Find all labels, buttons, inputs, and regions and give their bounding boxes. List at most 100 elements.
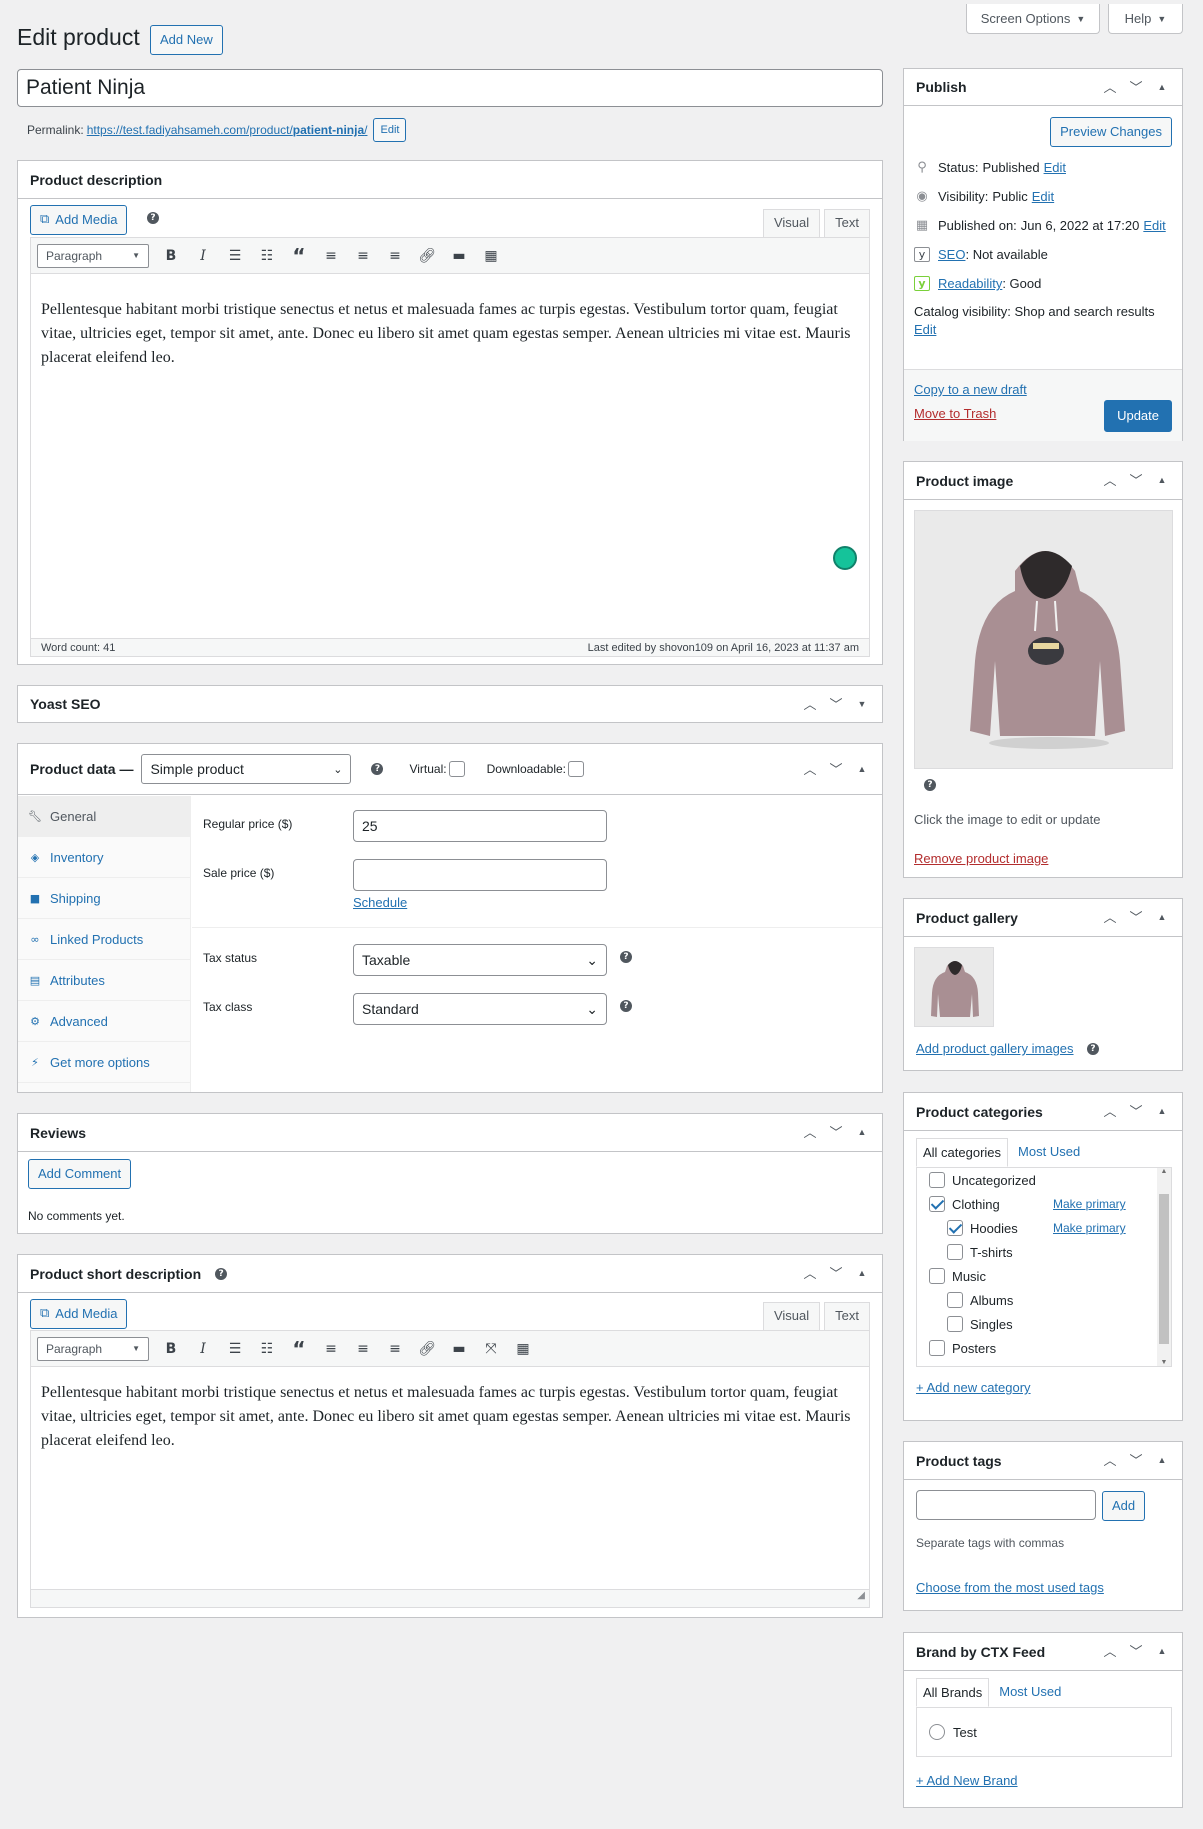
move-down-icon[interactable]: ﹀ — [828, 763, 844, 776]
copy-to-draft-link[interactable]: Copy to a new draft — [914, 382, 1027, 397]
product-data-tab-attributes[interactable]: ▤ Attributes — [18, 960, 190, 1001]
category-checkbox[interactable] — [929, 1196, 945, 1212]
scroll-thumb[interactable] — [1159, 1194, 1169, 1344]
help-icon[interactable]: ? — [620, 1000, 632, 1012]
add-media-button[interactable]: ⧉ Add Media — [30, 205, 128, 235]
product-data-tab-shipping[interactable]: ■ Shipping — [18, 878, 190, 919]
product-data-tab-advanced[interactable]: ⚙ Advanced — [18, 1001, 190, 1042]
sale-price-input[interactable] — [353, 859, 607, 891]
help-icon[interactable]: ? — [147, 212, 159, 224]
regular-price-input[interactable]: 25 — [353, 810, 607, 842]
move-down-icon[interactable]: ﹀ — [1128, 1645, 1144, 1658]
move-to-trash-link[interactable]: Move to Trash — [914, 406, 996, 421]
tab-all-categories[interactable]: All categories — [916, 1138, 1009, 1167]
grammarly-icon[interactable] — [833, 546, 857, 570]
update-button[interactable]: Update — [1104, 400, 1172, 432]
toggle-panel-icon[interactable]: ▲ — [1154, 476, 1170, 485]
make-primary-link[interactable]: Make primary — [1053, 1197, 1126, 1211]
product-image[interactable] — [914, 510, 1173, 769]
product-data-tab-general[interactable]: 🔧︎ General — [18, 796, 190, 837]
move-up-icon[interactable]: ︿ — [802, 1126, 818, 1139]
brand-radio[interactable] — [929, 1724, 945, 1740]
visibility-edit-link[interactable]: Edit — [1032, 189, 1054, 204]
bold-icon[interactable]: B — [155, 1335, 187, 1363]
tax-status-select[interactable]: Taxable ⌄ — [353, 944, 607, 976]
product-type-select[interactable]: Simple product ⌄ — [141, 754, 352, 784]
move-down-icon[interactable]: ﹀ — [1128, 1454, 1144, 1467]
help-icon[interactable]: ? — [1087, 1043, 1099, 1055]
schedule-link[interactable]: Schedule — [353, 895, 407, 910]
toggle-panel-icon[interactable]: ▼ — [854, 699, 870, 709]
scroll-up-icon[interactable]: ▲ — [1157, 1168, 1171, 1175]
move-down-icon[interactable]: ﹀ — [828, 1126, 844, 1139]
category-checkbox[interactable] — [947, 1292, 963, 1308]
tag-input[interactable] — [916, 1490, 1096, 1520]
bold-icon[interactable]: B — [155, 242, 187, 270]
format-select[interactable]: Paragraph ▼ — [37, 1336, 149, 1361]
italic-icon[interactable]: I — [187, 1335, 219, 1363]
read-more-icon[interactable]: ▬ — [443, 242, 475, 270]
downloadable-checkbox[interactable] — [568, 761, 584, 777]
blockquote-icon[interactable]: “ — [283, 1335, 315, 1363]
published-edit-link[interactable]: Edit — [1143, 218, 1165, 233]
tab-all-brands[interactable]: All Brands — [916, 1678, 990, 1707]
tab-most-used[interactable]: Most Used — [1008, 1138, 1090, 1167]
add-media-button[interactable]: ⧉ Add Media — [30, 1299, 128, 1329]
align-center-icon[interactable]: ≡ — [347, 242, 379, 270]
move-up-icon[interactable]: ︿ — [1102, 1105, 1118, 1118]
help-icon[interactable]: ? — [215, 1267, 228, 1280]
format-select[interactable]: Paragraph ▼ — [37, 243, 149, 268]
move-down-icon[interactable]: ﹀ — [828, 1267, 844, 1280]
move-up-icon[interactable]: ︿ — [1102, 1454, 1118, 1467]
align-center-icon[interactable]: ≡ — [347, 1335, 379, 1363]
move-up-icon[interactable]: ︿ — [1102, 911, 1118, 924]
toolbar-toggle-icon[interactable]: ▦ — [507, 1335, 539, 1363]
tab-visual[interactable]: Visual — [762, 1302, 821, 1330]
category-checkbox[interactable] — [947, 1220, 963, 1236]
category-checkbox[interactable] — [947, 1316, 963, 1332]
tab-most-used[interactable]: Most Used — [989, 1678, 1071, 1707]
link-icon[interactable]: 🔗︎ — [411, 1335, 443, 1363]
move-up-icon[interactable]: ︿ — [802, 763, 818, 776]
toggle-panel-icon[interactable]: ▲ — [1154, 913, 1170, 922]
align-left-icon[interactable]: ≡ — [315, 242, 347, 270]
move-down-icon[interactable]: ﹀ — [1128, 81, 1144, 94]
align-left-icon[interactable]: ≡ — [315, 1335, 347, 1363]
move-down-icon[interactable]: ﹀ — [828, 698, 844, 711]
scrollbar[interactable]: ▲ ▼ — [1157, 1168, 1171, 1366]
category-checkbox[interactable] — [929, 1172, 945, 1188]
toggle-panel-icon[interactable]: ▲ — [854, 764, 870, 774]
tab-visual[interactable]: Visual — [762, 209, 821, 237]
toggle-panel-icon[interactable]: ▲ — [854, 1269, 870, 1278]
short-description-content[interactable]: Pellentesque habitant morbi tristique se… — [31, 1367, 869, 1467]
tax-class-select[interactable]: Standard ⌄ — [353, 993, 607, 1025]
add-tag-button[interactable]: Add — [1102, 1491, 1146, 1521]
toggle-panel-icon[interactable]: ▲ — [854, 1128, 870, 1137]
help-button[interactable]: Help ▼ — [1108, 4, 1183, 34]
title-input[interactable]: Patient Ninja — [17, 69, 883, 107]
category-checkbox[interactable] — [929, 1268, 945, 1284]
move-down-icon[interactable]: ﹀ — [1128, 911, 1144, 924]
align-right-icon[interactable]: ≡ — [379, 242, 411, 270]
read-more-icon[interactable]: ▬ — [443, 1335, 475, 1363]
move-up-icon[interactable]: ︿ — [1102, 474, 1118, 487]
numbered-list-icon[interactable]: ☷ — [251, 1335, 283, 1363]
add-gallery-images-link[interactable]: Add product gallery images — [916, 1041, 1074, 1056]
virtual-checkbox[interactable] — [448, 761, 465, 777]
move-up-icon[interactable]: ︿ — [802, 698, 818, 711]
help-icon[interactable]: ? — [371, 763, 384, 775]
blockquote-icon[interactable]: “ — [283, 242, 315, 270]
resize-handle[interactable]: ◢ — [31, 1589, 869, 1607]
scroll-down-icon[interactable]: ▼ — [1157, 1359, 1171, 1366]
bullet-list-icon[interactable]: ☰ — [219, 1335, 251, 1363]
move-up-icon[interactable]: ︿ — [802, 1267, 818, 1280]
italic-icon[interactable]: I — [187, 242, 219, 270]
seo-link[interactable]: SEO — [938, 247, 965, 262]
preview-changes-button[interactable]: Preview Changes — [1050, 117, 1172, 147]
make-primary-link[interactable]: Make primary — [1053, 1221, 1126, 1235]
add-new-category-link[interactable]: + Add new category — [916, 1380, 1031, 1395]
product-data-tab-inventory[interactable]: ◈ Inventory — [18, 837, 190, 878]
numbered-list-icon[interactable]: ☷ — [251, 242, 283, 270]
remove-image-link[interactable]: Remove product image — [914, 851, 1048, 866]
category-checkbox[interactable] — [929, 1340, 945, 1356]
